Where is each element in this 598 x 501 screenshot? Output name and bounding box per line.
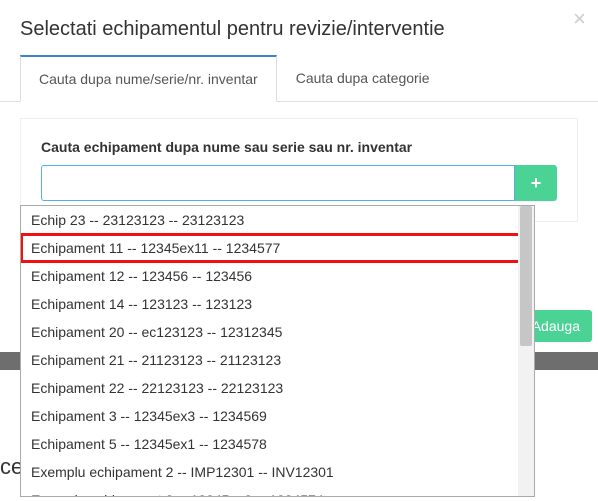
modal: × Selectati echipamentul pentru revizie/…	[0, 0, 598, 222]
search-input[interactable]	[41, 165, 515, 201]
dropdown-item[interactable]: Echipament 22 -- 22123123 -- 22123123	[21, 374, 534, 402]
dropdown-item[interactable]: Exemplu echipament 2 -- IMP12301 -- INV1…	[21, 458, 534, 486]
add-button[interactable]: +	[515, 165, 557, 201]
tab-search-name[interactable]: Cauta dupa nume/serie/nr. inventar	[20, 55, 277, 102]
dropdown-item[interactable]: Echipament 21 -- 21123123 -- 21123123	[21, 346, 534, 374]
close-button[interactable]: ×	[573, 6, 586, 32]
scrollbar-thumb[interactable]	[520, 206, 532, 346]
dropdown-item[interactable]: Echipament 20 -- ec123123 -- 12312345	[21, 318, 534, 346]
plus-icon: +	[531, 173, 542, 194]
autocomplete-dropdown: Echip 23 -- 23123123 -- 23123123Echipame…	[20, 205, 535, 497]
dropdown-item[interactable]: Echipament 11 -- 12345ex11 -- 1234577	[21, 234, 534, 262]
search-label: Cauta echipament dupa nume sau serie sau…	[41, 139, 557, 155]
modal-header: Selectati echipamentul pentru revizie/in…	[0, 0, 598, 55]
dropdown-item[interactable]: Echip 23 -- 23123123 -- 23123123	[21, 206, 534, 234]
dropdown-item[interactable]: Exemplu echipament 8 -- 12345ex8 -- 1234…	[21, 486, 534, 496]
dropdown-item[interactable]: Echipament 3 -- 12345ex3 -- 1234569	[21, 402, 534, 430]
bg-text-right: Costu	[564, 371, 598, 386]
dropdown-item[interactable]: Echipament 14 -- 123123 -- 123123	[21, 290, 534, 318]
input-row: +	[41, 165, 557, 201]
scrollbar[interactable]	[518, 206, 534, 496]
dropdown-item[interactable]: Echipament 12 -- 123456 -- 123456	[21, 262, 534, 290]
dropdown-item[interactable]: Echipament 5 -- 12345ex1 -- 1234578	[21, 430, 534, 458]
modal-title: Selectati echipamentul pentru revizie/in…	[20, 18, 578, 41]
bg-text-left: gno	[0, 371, 22, 386]
tab-search-category[interactable]: Cauta dupa categorie	[277, 55, 449, 102]
tabs: Cauta dupa nume/serie/nr. inventar Cauta…	[0, 55, 598, 102]
